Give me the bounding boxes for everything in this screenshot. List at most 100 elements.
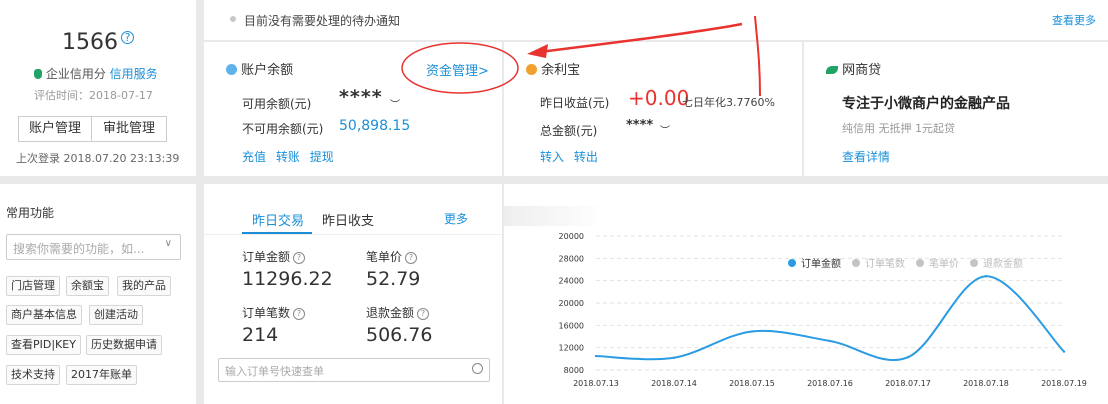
yuebao-panel: 余利宝 昨日收益(元) +0.00 七日年化3.7760% 总金额(元) ***… — [504, 42, 802, 176]
series-point — [984, 275, 988, 278]
help-icon[interactable]: ? — [417, 308, 430, 320]
credit-label: 企业信用分 — [45, 67, 106, 81]
order-count-value: 214 — [242, 324, 279, 346]
eye-closed-icon[interactable]: ︶ — [660, 122, 670, 137]
help-icon[interactable]: ? — [293, 308, 306, 320]
y-tick-label: 8000 — [564, 366, 584, 375]
total-value: **** — [626, 118, 654, 133]
y-tick-label: 12000 — [559, 344, 584, 353]
trade-panel: 昨日交易 昨日收支 更多 订单金额? 11296.22 笔单价? 52.79 订… — [204, 184, 502, 404]
credit-row: 企业信用分 信用服务 — [34, 65, 158, 82]
notice-text: 目前没有需要处理的待办通知 — [244, 14, 401, 28]
profile-panel: 1566? 企业信用分 信用服务 评估时间：2018-07-17 账户管理 审批… — [0, 0, 196, 176]
balance-title: 账户余额 — [226, 59, 293, 78]
transfer-link[interactable]: 转账 — [276, 150, 300, 164]
search-icon[interactable] — [472, 363, 483, 374]
unit-price-value: 52.79 — [366, 268, 421, 290]
functions-title: 常用功能 — [6, 206, 55, 220]
function-search-input[interactable]: 搜索你需要的功能，如... ∨ — [6, 234, 181, 260]
tag-merchant-info[interactable]: 商户基本信息 — [6, 305, 82, 325]
help-icon[interactable]: ? — [405, 252, 418, 264]
legend-marker — [916, 259, 924, 267]
loan-sub: 纯信用 无抵押 1元起贷 — [842, 122, 955, 135]
x-tick-label: 2018.07.14 — [651, 379, 697, 388]
loan-title: 网商贷 — [826, 59, 881, 78]
available-value: **** — [339, 86, 383, 108]
series-point — [828, 339, 832, 343]
refund-value: 506.76 — [366, 324, 433, 346]
tab-yesterday-trade[interactable]: 昨日交易 — [252, 210, 304, 229]
tag-pid-key[interactable]: 查看PID|KEY — [6, 335, 81, 355]
eval-time: 评估时间：2018-07-17 — [34, 89, 153, 102]
refund-label: 退款金额? — [366, 304, 430, 321]
functions-panel: 常用功能 搜索你需要的功能，如... ∨ 门店管理 余额宝 我的产品 商户基本信… — [0, 184, 196, 404]
chart-panel: 8000 12000 16000 20000 24000 28000 20000 2018.0… — [504, 184, 1108, 404]
available-label: 可用余额(元) — [242, 97, 312, 111]
tag-yuebao[interactable]: 余额宝 — [66, 276, 109, 296]
legend-label: 笔单价 — [929, 257, 959, 270]
account-manage-button[interactable]: 账户管理 — [18, 116, 92, 142]
order-count-label: 订单笔数? — [242, 304, 306, 321]
x-tick-label: 2018.07.15 — [729, 379, 775, 388]
search-placeholder: 搜索你需要的功能，如... — [13, 242, 145, 256]
transfer-out-link[interactable]: 转出 — [574, 150, 598, 164]
approval-manage-button[interactable]: 审批管理 — [91, 116, 167, 142]
help-icon[interactable]: ? — [293, 252, 306, 264]
order-search-input[interactable]: 输入订单号快速查单 — [218, 358, 490, 382]
yesterday-value: +0.00 — [628, 86, 690, 110]
y-tick-label: 28000 — [559, 254, 584, 263]
yuebao-actions: 转入 转出 — [540, 148, 598, 165]
line-chart: 8000 12000 16000 20000 24000 28000 20000 2018.0… — [559, 232, 1087, 388]
loan-panel: 网商贷 专注于小微商户的金融产品 纯信用 无抵押 1元起贷 查看详情 — [804, 42, 1108, 176]
total-label: 总金额(元) — [540, 124, 598, 138]
tag-products[interactable]: 我的产品 — [117, 276, 171, 296]
balance-panel: 账户余额 资金管理> 可用余额(元) **** ︶ 不可用余额(元) 50,89… — [204, 42, 502, 176]
legend-label: 订单金额 — [801, 257, 841, 270]
help-icon[interactable]: ? — [121, 31, 134, 44]
legend-label: 订单笔数 — [865, 257, 905, 270]
y-tick-label: 24000 — [559, 277, 584, 286]
withdraw-link[interactable]: 提现 — [310, 150, 334, 164]
chevron-down-icon[interactable]: ∨ — [165, 238, 172, 249]
leaf-icon — [826, 66, 838, 74]
tag-store[interactable]: 门店管理 — [6, 276, 60, 296]
tag-support[interactable]: 技术支持 — [6, 365, 60, 385]
series-point — [594, 354, 598, 358]
x-tick-label: 2018.07.13 — [573, 379, 619, 388]
tag-create-activity[interactable]: 创建活动 — [89, 305, 143, 325]
y-tick-label: 16000 — [559, 321, 584, 330]
recharge-link[interactable]: 充值 — [242, 150, 266, 164]
yuebao-title: 余利宝 — [526, 59, 580, 78]
transfer-in-link[interactable]: 转入 — [540, 150, 564, 164]
coin-icon — [226, 64, 237, 75]
order-search-placeholder: 输入订单号快速查单 — [225, 365, 324, 378]
loan-headline: 专注于小微商户的金融产品 — [842, 96, 1010, 112]
eye-closed-icon[interactable]: ︶ — [390, 96, 400, 111]
legend-marker — [852, 259, 860, 267]
loan-detail-link[interactable]: 查看详情 — [842, 148, 890, 165]
x-tick-label: 2018.07.19 — [1041, 379, 1087, 388]
legend-marker — [788, 259, 796, 267]
dot-icon — [230, 16, 236, 22]
series-point — [1062, 350, 1066, 353]
more-link[interactable]: 更多 — [444, 210, 468, 227]
fund-manage-link[interactable]: 资金管理> — [426, 60, 489, 79]
last-login: 上次登录 2018.07.20 23:13:39 — [16, 152, 180, 165]
credit-service-link[interactable]: 信用服务 — [110, 67, 158, 81]
tab-divider — [204, 234, 502, 235]
unit-price-label: 笔单价? — [366, 248, 418, 265]
tag-bill-2017[interactable]: 2017年账单 — [66, 365, 137, 385]
y-tick-label: 20000 — [559, 299, 584, 308]
unavailable-value[interactable]: 50,898.15 — [339, 118, 410, 134]
balance-actions: 充值 转账 提现 — [242, 148, 334, 165]
annual-rate: 七日年化3.7760% — [682, 96, 775, 109]
series-point — [906, 355, 910, 359]
order-amount-value: 11296.22 — [242, 268, 333, 290]
tag-history[interactable]: 历史数据申请 — [86, 335, 162, 355]
shield-icon — [34, 69, 42, 79]
tab-yesterday-balance[interactable]: 昨日收支 — [322, 210, 374, 229]
series-point — [672, 356, 676, 359]
view-more-link[interactable]: 查看更多 — [1052, 12, 1096, 28]
notice-bar: 目前没有需要处理的待办通知 查看更多 — [204, 0, 1108, 40]
unavailable-label: 不可用余额(元) — [242, 122, 324, 136]
